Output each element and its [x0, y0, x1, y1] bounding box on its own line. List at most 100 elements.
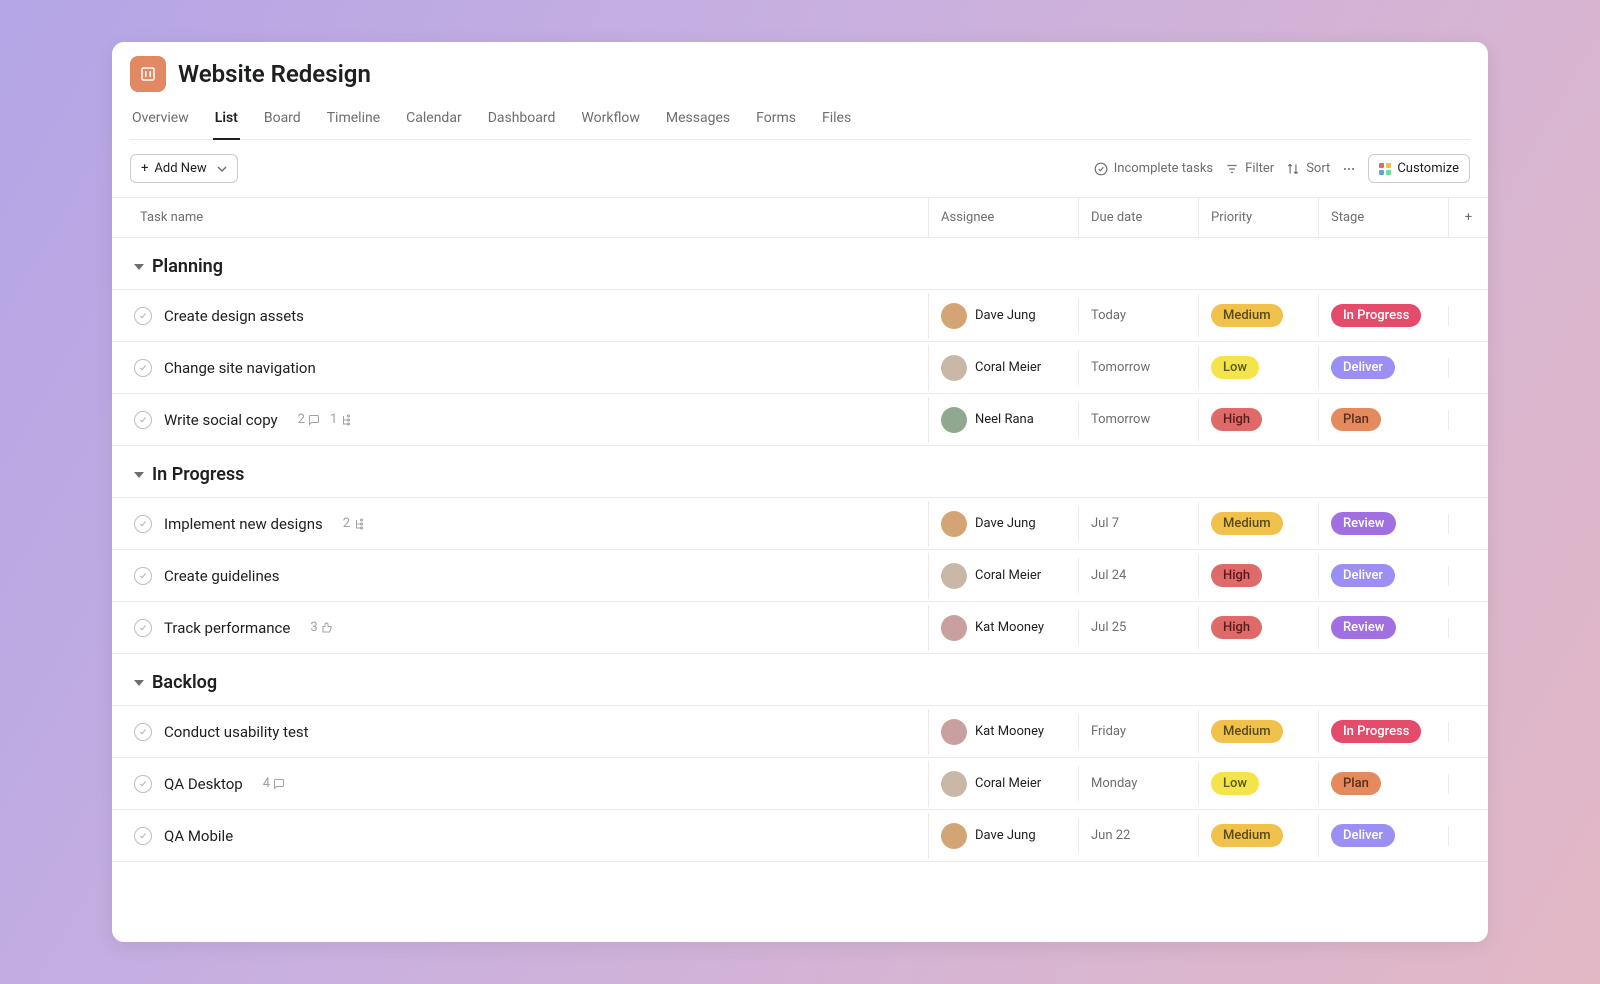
- task-row[interactable]: Create guidelinesCoral MeierJul 24HighDe…: [112, 550, 1488, 602]
- due-date-cell[interactable]: Monday: [1078, 766, 1198, 801]
- task-name-cell[interactable]: Create guidelines: [112, 557, 928, 595]
- due-date: Jul 25: [1091, 620, 1126, 635]
- due-date-cell[interactable]: Jul 25: [1078, 610, 1198, 645]
- filter-button[interactable]: Filter: [1225, 161, 1274, 176]
- add-column-button[interactable]: +: [1448, 198, 1488, 237]
- assignee-cell[interactable]: Kat Mooney: [928, 605, 1078, 651]
- column-stage[interactable]: Stage: [1318, 198, 1448, 237]
- tab-calendar[interactable]: Calendar: [404, 102, 464, 140]
- complete-checkbox[interactable]: [134, 411, 152, 429]
- complete-checkbox[interactable]: [134, 515, 152, 533]
- customize-button[interactable]: Customize: [1368, 154, 1470, 183]
- section-header[interactable]: Planning: [112, 238, 1488, 290]
- stage-cell[interactable]: In Progress: [1318, 294, 1448, 337]
- subtasks-count[interactable]: 2: [343, 516, 365, 531]
- task-name-cell[interactable]: Create design assets: [112, 297, 928, 335]
- stage-pill: Deliver: [1331, 356, 1395, 379]
- tab-timeline[interactable]: Timeline: [325, 102, 382, 140]
- assignee-cell[interactable]: Neel Rana: [928, 397, 1078, 443]
- subtasks-count[interactable]: 1: [330, 412, 352, 427]
- incomplete-tasks-filter[interactable]: Incomplete tasks: [1094, 161, 1213, 176]
- project-title[interactable]: Website Redesign: [178, 60, 371, 88]
- tab-overview[interactable]: Overview: [130, 102, 191, 140]
- due-date-cell[interactable]: Jul 24: [1078, 558, 1198, 593]
- assignee-cell[interactable]: Dave Jung: [928, 501, 1078, 547]
- comments-count[interactable]: 4: [263, 776, 285, 791]
- column-assignee[interactable]: Assignee: [928, 198, 1078, 237]
- task-name-cell[interactable]: Conduct usability test: [112, 713, 928, 751]
- due-date-cell[interactable]: Today: [1078, 298, 1198, 333]
- more-options-button[interactable]: [1342, 162, 1356, 176]
- assignee-cell[interactable]: Kat Mooney: [928, 709, 1078, 755]
- complete-checkbox[interactable]: [134, 567, 152, 585]
- due-date-cell[interactable]: Tomorrow: [1078, 402, 1198, 437]
- task-name-cell[interactable]: Change site navigation: [112, 349, 928, 387]
- task-name-cell[interactable]: Implement new designs2: [112, 505, 928, 543]
- task-name: Track performance: [164, 619, 290, 637]
- due-date-cell[interactable]: Friday: [1078, 714, 1198, 749]
- priority-cell[interactable]: High: [1198, 398, 1318, 441]
- stage-cell[interactable]: Deliver: [1318, 554, 1448, 597]
- due-date-cell[interactable]: Tomorrow: [1078, 350, 1198, 385]
- task-name-cell[interactable]: Write social copy2 1: [112, 401, 928, 439]
- column-due-date[interactable]: Due date: [1078, 198, 1198, 237]
- tab-dashboard[interactable]: Dashboard: [486, 102, 558, 140]
- complete-checkbox[interactable]: [134, 723, 152, 741]
- due-date-cell[interactable]: Jun 22: [1078, 818, 1198, 853]
- complete-checkbox[interactable]: [134, 307, 152, 325]
- task-row[interactable]: QA Desktop4 Coral MeierMondayLowPlan: [112, 758, 1488, 810]
- assignee-cell[interactable]: Dave Jung: [928, 293, 1078, 339]
- sort-button[interactable]: Sort: [1286, 161, 1330, 176]
- priority-cell[interactable]: Low: [1198, 762, 1318, 805]
- assignee-cell[interactable]: Coral Meier: [928, 761, 1078, 807]
- task-row[interactable]: Conduct usability testKat MooneyFridayMe…: [112, 706, 1488, 758]
- comments-count[interactable]: 2: [298, 412, 320, 427]
- assignee-cell[interactable]: Coral Meier: [928, 553, 1078, 599]
- section-header[interactable]: In Progress: [112, 446, 1488, 498]
- project-icon[interactable]: [130, 56, 166, 92]
- tab-workflow[interactable]: Workflow: [579, 102, 642, 140]
- stage-cell[interactable]: Review: [1318, 606, 1448, 649]
- column-priority[interactable]: Priority: [1198, 198, 1318, 237]
- task-row[interactable]: Write social copy2 1 Neel RanaTomorrowHi…: [112, 394, 1488, 446]
- task-name-cell[interactable]: Track performance 3: [112, 609, 928, 647]
- priority-cell[interactable]: High: [1198, 606, 1318, 649]
- task-name-cell[interactable]: QA Desktop4: [112, 765, 928, 803]
- priority-cell[interactable]: Medium: [1198, 502, 1318, 545]
- section-header[interactable]: Backlog: [112, 654, 1488, 706]
- complete-checkbox[interactable]: [134, 827, 152, 845]
- stage-cell[interactable]: In Progress: [1318, 710, 1448, 753]
- task-row[interactable]: QA MobileDave JungJun 22MediumDeliver: [112, 810, 1488, 862]
- complete-checkbox[interactable]: [134, 359, 152, 377]
- complete-checkbox[interactable]: [134, 775, 152, 793]
- priority-cell[interactable]: High: [1198, 554, 1318, 597]
- stage-cell[interactable]: Deliver: [1318, 346, 1448, 389]
- priority-cell[interactable]: Medium: [1198, 294, 1318, 337]
- column-task-name[interactable]: Task name: [112, 198, 928, 237]
- tab-messages[interactable]: Messages: [664, 102, 732, 140]
- tab-list[interactable]: List: [213, 102, 240, 140]
- tab-board[interactable]: Board: [262, 102, 303, 140]
- assignee-cell[interactable]: Coral Meier: [928, 345, 1078, 391]
- tab-forms[interactable]: Forms: [754, 102, 798, 140]
- priority-pill: Medium: [1211, 512, 1283, 535]
- tab-files[interactable]: Files: [820, 102, 853, 140]
- stage-cell[interactable]: Deliver: [1318, 814, 1448, 857]
- stage-cell[interactable]: Plan: [1318, 398, 1448, 441]
- task-row[interactable]: Change site navigation Coral MeierTomorro…: [112, 342, 1488, 394]
- stage-cell[interactable]: Plan: [1318, 762, 1448, 805]
- likes-count[interactable]: 3: [310, 620, 332, 635]
- task-name-cell[interactable]: QA Mobile: [112, 817, 928, 855]
- stage-cell[interactable]: Review: [1318, 502, 1448, 545]
- priority-cell[interactable]: Low: [1198, 346, 1318, 389]
- assignee-cell[interactable]: Dave Jung: [928, 813, 1078, 859]
- task-row[interactable]: Create design assetsDave JungTodayMedium…: [112, 290, 1488, 342]
- due-date-cell[interactable]: Jul 7: [1078, 506, 1198, 541]
- priority-cell[interactable]: Medium: [1198, 710, 1318, 753]
- priority-cell[interactable]: Medium: [1198, 814, 1318, 857]
- task-row[interactable]: Implement new designs2 Dave JungJul 7 Med…: [112, 498, 1488, 550]
- task-name: Change site navigation: [164, 359, 316, 377]
- add-new-button[interactable]: + Add New: [130, 154, 238, 183]
- task-row[interactable]: Track performance 3 Kat Mooney Jul 25 HighR…: [112, 602, 1488, 654]
- complete-checkbox[interactable]: [134, 619, 152, 637]
